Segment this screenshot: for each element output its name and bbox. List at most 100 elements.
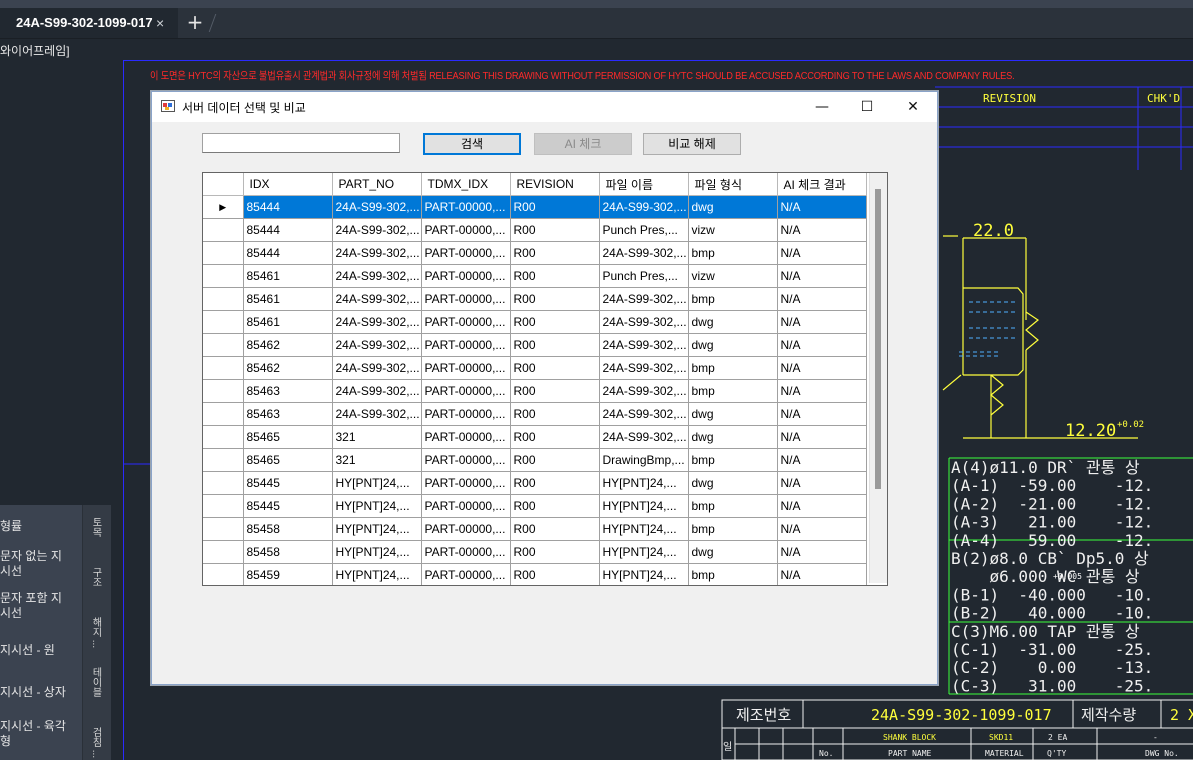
table-cell[interactable]: 85463 [243,379,333,403]
table-cell[interactable]: dwg [688,402,778,426]
table-cell[interactable]: PART-00000,... [421,494,511,518]
table-cell[interactable]: 85462 [243,333,333,357]
table-cell[interactable]: R00 [510,218,600,242]
table-cell[interactable]: HY[PNT]24,... [599,540,689,564]
table-cell[interactable]: PART-00000,... [421,241,511,265]
table-cell[interactable]: Punch Pres,... [599,218,689,242]
table-cell[interactable]: 85445 [243,471,333,495]
table-cell[interactable]: vizw [688,264,778,288]
table-cell[interactable]: HY[PNT]24,... [332,563,422,585]
dialog-title-bar[interactable]: 서버 데이터 선택 및 비교 — ☐ ✕ [152,92,937,122]
grid-vertical-scrollbar[interactable] [869,173,887,583]
table-cell[interactable]: PART-00000,... [421,448,511,472]
table-cell[interactable]: PART-00000,... [421,333,511,357]
row-header[interactable] [203,356,244,380]
table-cell[interactable]: Punch Pres,... [599,264,689,288]
table-cell[interactable]: bmp [688,494,778,518]
palette-tab[interactable]: 테이블 [88,667,103,697]
table-cell[interactable]: PART-00000,... [421,195,511,219]
table-cell[interactable]: dwg [688,310,778,334]
table-cell[interactable]: 85465 [243,448,333,472]
table-cell[interactable]: R00 [510,379,600,403]
table-cell[interactable]: 24A-S99-302,... [332,356,422,380]
column-header-6[interactable]: AI 체크 결과 [777,173,867,196]
table-cell[interactable]: R00 [510,540,600,564]
table-cell[interactable]: dwg [688,425,778,449]
table-cell[interactable]: N/A [777,402,867,426]
row-header[interactable] [203,264,244,288]
table-cell[interactable]: 24A-S99-302,... [332,402,422,426]
table-cell[interactable]: bmp [688,517,778,541]
table-cell[interactable]: dwg [688,333,778,357]
table-cell[interactable]: 85461 [243,264,333,288]
column-header-1[interactable]: PART_NO [332,173,422,196]
table-cell[interactable]: 85458 [243,540,333,564]
column-header-5[interactable]: 파일 형식 [688,173,778,196]
search-button[interactable]: 검색 [423,133,521,155]
table-cell[interactable]: PART-00000,... [421,425,511,449]
table-cell[interactable]: N/A [777,425,867,449]
table-cell[interactable]: 24A-S99-302,... [599,333,689,357]
table-cell[interactable]: HY[PNT]24,... [332,540,422,564]
table-cell[interactable]: PART-00000,... [421,471,511,495]
maximize-button[interactable]: ☐ [844,92,890,122]
table-cell[interactable]: bmp [688,563,778,585]
table-cell[interactable]: PART-00000,... [421,517,511,541]
palette-tab[interactable]: 토목 [88,517,103,537]
row-header[interactable] [203,494,244,518]
row-header[interactable] [203,471,244,495]
table-cell[interactable]: bmp [688,356,778,380]
table-cell[interactable]: 24A-S99-302,... [332,287,422,311]
row-header[interactable] [203,310,244,334]
table-row[interactable]: 85461 24A-S99-302,... PART-00000,... R00 24A… [203,310,867,334]
palette-tab[interactable]: 검침 ... [88,727,103,758]
table-row[interactable]: 85463 24A-S99-302,... PART-00000,... R00 24A… [203,379,867,403]
table-cell[interactable]: 24A-S99-302,... [599,310,689,334]
grid-scroll-thumb[interactable] [875,189,881,489]
table-cell[interactable]: 321 [332,425,422,449]
table-cell[interactable]: 85444 [243,241,333,265]
palette-tab[interactable]: 구조 [88,567,103,587]
table-cell[interactable]: PART-00000,... [421,310,511,334]
table-cell[interactable]: N/A [777,517,867,541]
row-header[interactable]: ▶ [203,195,244,219]
table-cell[interactable]: N/A [777,218,867,242]
table-cell[interactable]: N/A [777,356,867,380]
table-row[interactable]: 85458 HY[PNT]24,... PART-00000,... R00 HY[PN… [203,540,867,564]
table-row[interactable]: ▶ 85444 24A-S99-302,... PART-00000,... R00 24… [203,195,867,219]
table-cell[interactable]: R00 [510,402,600,426]
close-button[interactable]: ✕ [890,92,936,122]
table-cell[interactable]: 85461 [243,287,333,311]
row-header[interactable] [203,379,244,403]
table-cell[interactable]: N/A [777,471,867,495]
table-row[interactable]: 85461 24A-S99-302,... PART-00000,... R00 24A… [203,287,867,311]
row-header[interactable] [203,402,244,426]
table-row[interactable]: 85462 24A-S99-302,... PART-00000,... R00 24A… [203,356,867,380]
table-cell[interactable]: 24A-S99-302,... [599,287,689,311]
table-cell[interactable]: R00 [510,494,600,518]
row-header[interactable] [203,287,244,311]
table-cell[interactable]: N/A [777,287,867,311]
row-header[interactable] [203,333,244,357]
table-cell[interactable]: bmp [688,379,778,403]
table-cell[interactable]: 85444 [243,218,333,242]
table-cell[interactable]: 24A-S99-302,... [332,333,422,357]
table-cell[interactable]: 24A-S99-302,... [599,241,689,265]
table-cell[interactable]: bmp [688,241,778,265]
table-row[interactable]: 85461 24A-S99-302,... PART-00000,... R00 Pun… [203,264,867,288]
table-row[interactable]: 85462 24A-S99-302,... PART-00000,... R00 24A… [203,333,867,357]
table-cell[interactable]: PART-00000,... [421,540,511,564]
column-header-0[interactable]: IDX [243,173,333,196]
table-cell[interactable]: 85463 [243,402,333,426]
data-grid[interactable]: IDX PART_NO TDMX_IDX REVISION 파일 이름 파일 형식 AI 체… [202,172,888,586]
table-cell[interactable]: R00 [510,287,600,311]
table-cell[interactable]: 24A-S99-302,... [599,356,689,380]
table-cell[interactable]: N/A [777,333,867,357]
row-header[interactable] [203,563,244,585]
table-cell[interactable]: R00 [510,333,600,357]
table-cell[interactable]: PART-00000,... [421,287,511,311]
table-cell[interactable]: N/A [777,241,867,265]
table-cell[interactable]: HY[PNT]24,... [599,563,689,585]
table-cell[interactable]: N/A [777,563,867,585]
table-cell[interactable]: 24A-S99-302,... [332,218,422,242]
